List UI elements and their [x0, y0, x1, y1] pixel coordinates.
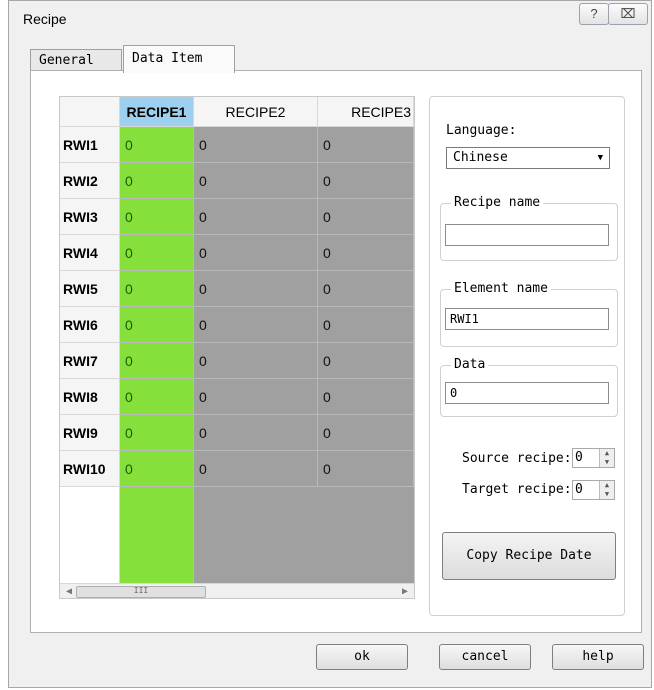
column-header-recipe2[interactable]: RECIPE2: [194, 97, 318, 127]
grid-cell[interactable]: 0: [120, 307, 194, 343]
grid-cell[interactable]: 0: [120, 271, 194, 307]
row-header[interactable]: RWI5: [60, 271, 120, 307]
element-name-group: Element name RWI1: [440, 281, 618, 347]
recipe-dialog: Recipe ? ⌧ General Data Item RECIPE1 REC…: [8, 0, 652, 688]
row-header-empty-area: [60, 487, 120, 583]
scroll-right-icon[interactable]: ▶: [398, 584, 412, 598]
grid-cell[interactable]: 0: [318, 163, 414, 199]
data-input[interactable]: 0: [445, 382, 609, 404]
spin-arrows-icon[interactable]: ▲ ▼: [599, 449, 614, 467]
grid-cell[interactable]: 0: [194, 271, 318, 307]
row-header[interactable]: RWI10: [60, 451, 120, 487]
grid-cell[interactable]: 0: [318, 199, 414, 235]
scroll-thumb[interactable]: III: [76, 586, 206, 598]
row-header[interactable]: RWI8: [60, 379, 120, 415]
grid-cell[interactable]: 0: [120, 235, 194, 271]
data-group: Data 0: [440, 357, 618, 417]
row-header[interactable]: RWI7: [60, 343, 120, 379]
row-header[interactable]: RWI1: [60, 127, 120, 163]
help-button[interactable]: help: [552, 644, 644, 670]
grid-cell[interactable]: 0: [194, 235, 318, 271]
language-select[interactable]: Chinese ▼: [446, 147, 610, 169]
tab-data-item[interactable]: Data Item: [123, 45, 235, 73]
grid-cell[interactable]: 0: [318, 127, 414, 163]
grid-cell[interactable]: 0: [120, 127, 194, 163]
grid-cell[interactable]: 0: [194, 127, 318, 163]
row-header[interactable]: RWI4: [60, 235, 120, 271]
source-recipe-spinbox[interactable]: 0 ▲ ▼: [572, 448, 615, 468]
recipe-name-input[interactable]: [445, 224, 609, 246]
grid-cell[interactable]: 0: [194, 451, 318, 487]
recipe-grid[interactable]: RECIPE1 RECIPE2 RECIPE3 RWI1 0 0 0 RWI2 …: [59, 96, 415, 599]
grid-cell[interactable]: 0: [194, 415, 318, 451]
grid-cell[interactable]: 0: [318, 307, 414, 343]
row-header[interactable]: RWI3: [60, 199, 120, 235]
grid-cell[interactable]: 0: [318, 235, 414, 271]
title-bar: Recipe ? ⌧: [9, 1, 651, 37]
scroll-left-icon[interactable]: ◀: [62, 584, 76, 598]
data-item-panel: RECIPE1 RECIPE2 RECIPE3 RWI1 0 0 0 RWI2 …: [30, 70, 642, 633]
target-recipe-label: Target recipe:: [462, 482, 572, 497]
ok-button[interactable]: ok: [316, 644, 408, 670]
selected-column-empty-area: [120, 487, 194, 583]
grid-cell[interactable]: 0: [120, 163, 194, 199]
grid-cell[interactable]: 0: [120, 379, 194, 415]
grid-cell[interactable]: 0: [120, 451, 194, 487]
close-icon[interactable]: ⌧: [608, 3, 648, 25]
element-name-input[interactable]: RWI1: [445, 308, 609, 330]
grid-cell[interactable]: 0: [194, 343, 318, 379]
row-header[interactable]: RWI2: [60, 163, 120, 199]
grid-cell[interactable]: 0: [194, 307, 318, 343]
tab-general[interactable]: General: [30, 49, 122, 71]
target-recipe-spinbox[interactable]: 0 ▲ ▼: [572, 480, 615, 500]
grid-cell[interactable]: 0: [120, 199, 194, 235]
grid-cell[interactable]: 0: [318, 271, 414, 307]
window-title: Recipe: [23, 11, 67, 27]
spin-arrows-icon[interactable]: ▲ ▼: [599, 481, 614, 499]
source-recipe-label: Source recipe:: [462, 451, 572, 466]
element-name-title: Element name: [451, 281, 551, 296]
grid-cell[interactable]: 0: [318, 379, 414, 415]
grid-cell[interactable]: 0: [194, 199, 318, 235]
help-icon[interactable]: ?: [579, 3, 609, 25]
column-header-recipe1[interactable]: RECIPE1: [120, 97, 194, 127]
grid-cell[interactable]: 0: [194, 379, 318, 415]
data-title: Data: [451, 357, 489, 372]
grid-header-row: RECIPE1 RECIPE2 RECIPE3: [60, 97, 414, 127]
cancel-button[interactable]: cancel: [439, 644, 531, 670]
horizontal-scrollbar[interactable]: ◀ III ▶: [60, 583, 414, 598]
chevron-down-icon[interactable]: ▼: [598, 148, 603, 168]
row-header[interactable]: RWI6: [60, 307, 120, 343]
grid-cell[interactable]: 0: [120, 415, 194, 451]
grid-cell[interactable]: 0: [194, 163, 318, 199]
recipe-name-title: Recipe name: [451, 195, 544, 210]
language-value: Chinese: [453, 150, 508, 165]
grid-cell[interactable]: 0: [318, 415, 414, 451]
properties-panel: Language: Chinese ▼ Recipe name Element …: [429, 96, 625, 616]
grid-cell[interactable]: 0: [318, 451, 414, 487]
recipe-name-group: Recipe name: [440, 195, 618, 261]
grid-corner: [60, 97, 120, 127]
copy-recipe-button[interactable]: Copy Recipe Date: [442, 532, 616, 580]
language-label: Language:: [446, 123, 517, 138]
target-recipe-value: 0: [575, 482, 583, 497]
column-header-recipe3[interactable]: RECIPE3: [318, 97, 414, 127]
grid-cell[interactable]: 0: [120, 343, 194, 379]
row-header[interactable]: RWI9: [60, 415, 120, 451]
grid-cell[interactable]: 0: [318, 343, 414, 379]
source-recipe-value: 0: [575, 450, 583, 465]
